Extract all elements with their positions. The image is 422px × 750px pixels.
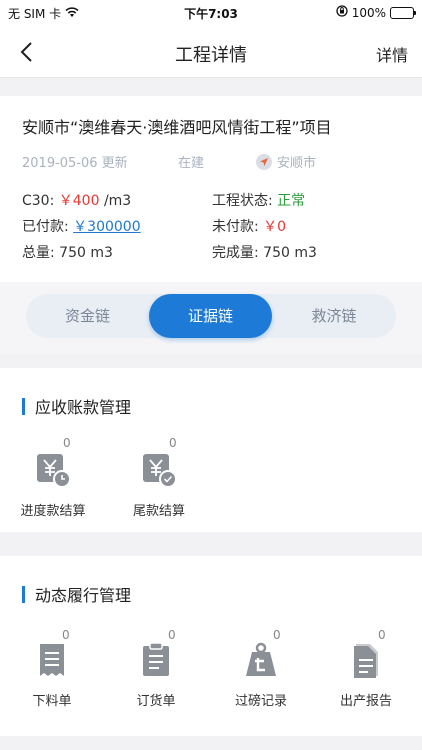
progress-settlement-label: 进度款结算 bbox=[20, 504, 86, 519]
receivables-section: 应收账款管理 0 进度款结算 0 尾款结算 bbox=[0, 368, 422, 532]
location-arrow-icon bbox=[256, 153, 272, 170]
c30-label: C30: bbox=[22, 193, 55, 209]
document-icon: 0 bbox=[346, 628, 386, 680]
progress-settlement-button[interactable]: 0 进度款结算 bbox=[3, 436, 103, 519]
material-list-label: 下料单 bbox=[32, 694, 72, 709]
project-meta: 2019-05-06 更新 在建 安顺市 bbox=[22, 152, 422, 171]
performance-title: 动态履行管理 bbox=[22, 582, 131, 606]
tab-fund-chain[interactable]: 资金链 bbox=[26, 294, 149, 338]
tab-evidence-chain[interactable]: 证据链 bbox=[149, 294, 272, 338]
scale-icon: 0 bbox=[241, 628, 281, 680]
c30-unit: /m3 bbox=[103, 193, 132, 209]
chain-segmented-control: 资金链 证据链 救济链 bbox=[26, 294, 396, 338]
project-title: 安顺市“澳维春天·澳维酒吧风情街工程”项目 bbox=[22, 118, 332, 137]
project-location: 安顺市 bbox=[256, 152, 316, 171]
performance-title-text: 动态履行管理 bbox=[35, 586, 132, 605]
update-date: 2019-05-06 更新 bbox=[22, 156, 128, 171]
project-state: 在建 bbox=[178, 156, 205, 171]
total-row: 总量: 750 m3 bbox=[22, 242, 113, 262]
clipboard-icon: 0 bbox=[136, 628, 176, 680]
progress-settlement-count: 0 bbox=[63, 436, 71, 450]
receipt-icon: 0 bbox=[32, 628, 72, 680]
weighing-record-label: 过磅记录 bbox=[234, 694, 287, 709]
paid-label: 已付款: bbox=[22, 219, 69, 235]
total-value: 750 m3 bbox=[59, 245, 113, 261]
accent-bar bbox=[22, 397, 25, 415]
weighing-record-count: 0 bbox=[273, 628, 281, 642]
page-title: 工程详情 bbox=[175, 45, 247, 66]
order-form-label: 订货单 bbox=[136, 694, 176, 709]
detail-button[interactable]: 详情 bbox=[376, 42, 408, 66]
material-list-button[interactable]: 0 下料单 bbox=[2, 628, 102, 709]
unpaid-label: 未付款: bbox=[212, 219, 259, 235]
performance-section: 动态履行管理 0 下料单 0 订货单 0 过磅记录 0 出产报告 bbox=[0, 556, 422, 736]
status-label: 工程状态: bbox=[212, 193, 273, 209]
order-form-button[interactable]: 0 订货单 bbox=[106, 628, 206, 709]
paid-row: 已付款: ￥300000 bbox=[22, 216, 141, 236]
tab-relief-chain[interactable]: 救济链 bbox=[272, 294, 396, 338]
yen-check-icon: 0 bbox=[139, 436, 179, 490]
done-label: 完成量: bbox=[212, 245, 259, 261]
final-settlement-count: 0 bbox=[169, 436, 177, 450]
done-value: 750 m3 bbox=[263, 245, 317, 261]
segment-area: 资金链 证据链 救济链 bbox=[0, 282, 422, 354]
unpaid-amount: ￥0 bbox=[263, 219, 287, 235]
status-value: 正常 bbox=[277, 193, 306, 209]
battery-percent: 100% bbox=[351, 5, 386, 20]
paid-amount-link[interactable]: ￥300000 bbox=[73, 219, 140, 235]
battery-icon bbox=[390, 6, 416, 19]
receivables-title-text: 应收账款管理 bbox=[35, 398, 132, 417]
final-settlement-label: 尾款结算 bbox=[132, 504, 185, 519]
done-row: 完成量: 750 m3 bbox=[212, 242, 317, 262]
receivables-title: 应收账款管理 bbox=[22, 394, 131, 418]
orientation-lock-icon bbox=[336, 5, 348, 20]
production-report-label: 出产报告 bbox=[339, 694, 392, 709]
accent-bar bbox=[22, 585, 25, 603]
nav-bar: 工程详情 详情 bbox=[0, 26, 422, 78]
order-form-count: 0 bbox=[168, 628, 176, 642]
production-report-button[interactable]: 0 出产报告 bbox=[316, 628, 416, 709]
location-label: 安顺市 bbox=[277, 156, 317, 171]
final-settlement-button[interactable]: 0 尾款结算 bbox=[109, 436, 209, 519]
c30-price: ￥400 bbox=[58, 193, 100, 209]
project-card: 安顺市“澳维春天·澳维酒吧风情街工程”项目 2019-05-06 更新 在建 安… bbox=[0, 96, 422, 282]
total-label: 总量: bbox=[22, 245, 55, 261]
status-bar: 无 SIM 卡 下午7:03 100% bbox=[0, 0, 422, 26]
production-report-count: 0 bbox=[378, 628, 386, 642]
weighing-record-button[interactable]: 0 过磅记录 bbox=[211, 628, 311, 709]
yen-clock-icon: 0 bbox=[33, 436, 73, 490]
c30-price-row: C30: ￥400 /m3 bbox=[22, 190, 131, 210]
material-list-count: 0 bbox=[62, 628, 70, 642]
unpaid-row: 未付款: ￥0 bbox=[212, 216, 286, 236]
status-row: 工程状态: 正常 bbox=[212, 190, 305, 210]
